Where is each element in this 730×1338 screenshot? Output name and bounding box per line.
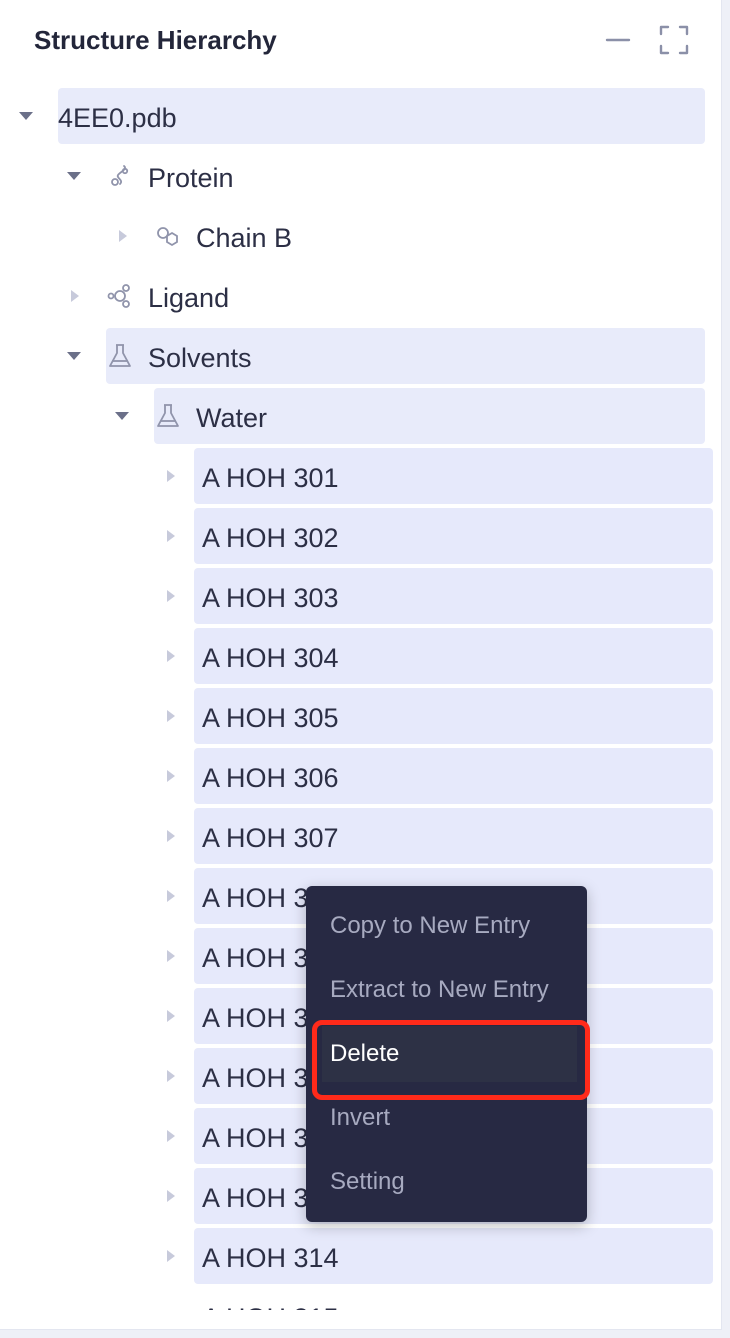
menu-item-extract-to-new-entry[interactable]: Extract to New Entry bbox=[306, 962, 587, 1018]
caret-right-icon[interactable] bbox=[112, 226, 132, 246]
residue-label: A HOH 303 bbox=[202, 583, 339, 613]
flask-icon bbox=[154, 402, 182, 430]
residue-label: A HOH 3 bbox=[202, 883, 309, 913]
caret-right-icon[interactable] bbox=[160, 1006, 180, 1026]
residue-label: A HOH 314 bbox=[202, 1243, 339, 1273]
menu-item-copy-to-new-entry[interactable]: Copy to New Entry bbox=[306, 898, 587, 954]
caret-right-icon[interactable] bbox=[160, 1126, 180, 1146]
caret-right-icon[interactable] bbox=[160, 1066, 180, 1086]
caret-down-icon[interactable] bbox=[112, 406, 132, 426]
tree-row-residue[interactable]: A HOH 302 bbox=[0, 508, 721, 564]
menu-item-delete[interactable]: Delete bbox=[322, 1026, 577, 1082]
tree-row-solvents[interactable]: Solvents bbox=[0, 328, 721, 384]
residue-label: A HOH 304 bbox=[202, 643, 339, 673]
residue-label: A HOH 3 bbox=[202, 1063, 309, 1093]
flask-icon bbox=[106, 342, 134, 370]
caret-right-icon[interactable] bbox=[160, 826, 180, 846]
residue-label: A HOH 3 bbox=[202, 1123, 309, 1153]
residue-label: A HOH 305 bbox=[202, 703, 339, 733]
fullscreen-icon bbox=[659, 25, 689, 55]
tree-row-residue[interactable]: A HOH 304 bbox=[0, 628, 721, 684]
context-menu: Copy to New Entry Extract to New Entry D… bbox=[306, 886, 587, 1222]
protein-icon bbox=[106, 162, 134, 190]
caret-down-icon[interactable] bbox=[16, 106, 36, 126]
minimize-icon bbox=[605, 38, 631, 42]
panel-header: Structure Hierarchy bbox=[34, 22, 721, 58]
residue-label: A HOH 306 bbox=[202, 763, 339, 793]
caret-right-icon[interactable] bbox=[160, 466, 180, 486]
tree-row-root[interactable]: 4EE0.pdb bbox=[0, 88, 721, 144]
caret-right-icon[interactable] bbox=[160, 1186, 180, 1206]
residue-label: A HOH 3 bbox=[202, 1003, 309, 1033]
ligand-label: Ligand bbox=[148, 283, 230, 313]
tree-row-residue[interactable]: A HOH 301 bbox=[0, 448, 721, 504]
tree-row-residue[interactable]: A HOH 306 bbox=[0, 748, 721, 804]
ligand-icon bbox=[106, 282, 134, 310]
caret-right-icon[interactable] bbox=[160, 1306, 180, 1310]
protein-label: Protein bbox=[148, 163, 234, 193]
tree-row-residue[interactable]: A HOH 307 bbox=[0, 808, 721, 864]
menu-item-setting[interactable]: Setting bbox=[306, 1154, 587, 1210]
caret-right-icon[interactable] bbox=[160, 586, 180, 606]
tree-row-water[interactable]: Water bbox=[0, 388, 721, 444]
tree-row-residue[interactable]: A HOH 305 bbox=[0, 688, 721, 744]
residue-label: A HOH 3 bbox=[202, 943, 309, 973]
residue-label: A HOH 3 bbox=[202, 1183, 309, 1213]
caret-right-icon[interactable] bbox=[160, 526, 180, 546]
tree-row-residue[interactable]: A HOH 314 bbox=[0, 1228, 721, 1284]
caret-right-icon[interactable] bbox=[160, 706, 180, 726]
tree-row-residue[interactable]: A HOH 303 bbox=[0, 568, 721, 624]
residue-label: A HOH 301 bbox=[202, 463, 339, 493]
caret-right-icon[interactable] bbox=[64, 286, 84, 306]
menu-item-invert[interactable]: Invert bbox=[306, 1090, 587, 1146]
caret-right-icon[interactable] bbox=[160, 766, 180, 786]
residue-label: A HOH 315 bbox=[202, 1288, 339, 1310]
tree-row-residue[interactable]: A HOH 315 bbox=[0, 1288, 721, 1310]
chain-icon bbox=[154, 222, 182, 250]
tree-row-protein[interactable]: Protein bbox=[0, 148, 721, 204]
tree-row-chain-b[interactable]: Chain B bbox=[0, 208, 721, 264]
water-label: Water bbox=[196, 403, 268, 433]
fullscreen-button[interactable] bbox=[656, 22, 692, 58]
caret-right-icon[interactable] bbox=[160, 1246, 180, 1266]
caret-down-icon[interactable] bbox=[64, 166, 84, 186]
root-label: 4EE0.pdb bbox=[58, 103, 177, 133]
caret-right-icon[interactable] bbox=[160, 946, 180, 966]
caret-right-icon[interactable] bbox=[160, 646, 180, 666]
residue-label: A HOH 307 bbox=[202, 823, 339, 853]
minimize-button[interactable] bbox=[600, 22, 636, 58]
residue-label: A HOH 302 bbox=[202, 523, 339, 553]
caret-down-icon[interactable] bbox=[64, 346, 84, 366]
tree-row-ligand[interactable]: Ligand bbox=[0, 268, 721, 324]
solvents-label: Solvents bbox=[148, 343, 252, 373]
chain-b-label: Chain B bbox=[196, 223, 293, 253]
caret-right-icon[interactable] bbox=[160, 886, 180, 906]
